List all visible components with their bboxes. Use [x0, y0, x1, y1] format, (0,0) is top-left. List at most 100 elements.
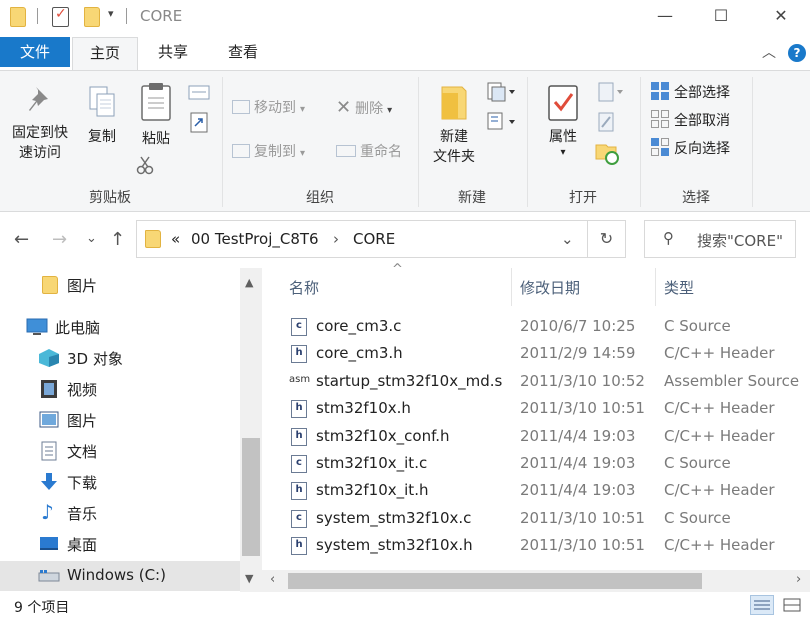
- select-all-button[interactable]: 全部选择: [650, 81, 730, 102]
- copy-to-label: 复制到: [254, 144, 296, 160]
- breadcrumb-separator[interactable]: ›: [333, 230, 339, 248]
- nav-item-label: 音乐: [67, 505, 98, 523]
- details-view-button[interactable]: [750, 595, 774, 615]
- scroll-left-icon[interactable]: ‹: [270, 572, 275, 587]
- minimize-button[interactable]: —: [642, 0, 688, 32]
- collapse-ribbon-icon[interactable]: ︿: [762, 42, 776, 62]
- copy-button[interactable]: 复制: [84, 85, 120, 147]
- breadcrumb-item-project[interactable]: 00 TestProj_C8T6: [191, 230, 319, 248]
- copy-to-icon: [232, 144, 250, 158]
- scroll-right-icon[interactable]: ›: [796, 572, 801, 587]
- open-icon[interactable]: [596, 81, 626, 103]
- rename-button[interactable]: 重命名: [336, 141, 402, 161]
- breadcrumb-overflow[interactable]: «: [171, 230, 180, 248]
- file-row[interactable]: c stm32f10x_it.c 2011/4/4 19:03 C Source: [285, 450, 810, 477]
- up-button[interactable]: ↑: [110, 229, 125, 250]
- file-type: C Source: [664, 508, 731, 527]
- history-icon[interactable]: [594, 139, 620, 165]
- file-row[interactable]: c core_cm3.c 2010/6/7 10:25 C Source: [285, 313, 810, 340]
- select-none-icon: [651, 110, 669, 128]
- file-row[interactable]: asm startup_stm32f10x_md.s 2011/3/10 10:52…: [285, 368, 810, 395]
- new-item-icon[interactable]: [486, 81, 516, 103]
- nav-item-music[interactable]: ♪ 音乐: [0, 498, 240, 528]
- file-date: 2010/6/7 10:25: [520, 317, 636, 335]
- paste-shortcut-icon[interactable]: [190, 111, 208, 133]
- tab-view[interactable]: 查看: [212, 37, 274, 70]
- move-to-icon: [232, 100, 250, 114]
- nav-item-pictures-quick[interactable]: 图片: [0, 270, 240, 300]
- horizontal-scrollbar[interactable]: ‹ ›: [262, 570, 810, 592]
- file-row[interactable]: h system_stm32f10x.h 2011/3/10 10:51 C/C++ …: [285, 532, 810, 559]
- search-box[interactable]: ⚲ 搜索"CORE": [644, 220, 796, 258]
- nav-item-pictures[interactable]: 图片: [0, 405, 240, 435]
- nav-item-this-pc[interactable]: 此电脑: [0, 312, 240, 342]
- select-none-button[interactable]: 全部取消: [650, 109, 730, 130]
- scrollbar-thumb[interactable]: [288, 573, 702, 589]
- address-bar[interactable]: « 00 TestProj_C8T6 › CORE ⌄: [136, 220, 588, 258]
- file-date: 2011/2/9 14:59: [520, 344, 636, 363]
- file-row[interactable]: h core_cm3.h 2011/2/9 14:59 C/C++ Header: [285, 340, 810, 367]
- column-separator[interactable]: [655, 268, 656, 306]
- close-button[interactable]: ✕: [758, 0, 804, 32]
- forward-button[interactable]: →: [52, 229, 67, 250]
- help-icon[interactable]: ?: [788, 44, 806, 62]
- nav-item-label: 下载: [67, 474, 98, 492]
- c-source-file-icon: c: [291, 509, 307, 528]
- tab-file[interactable]: 文件: [0, 37, 70, 67]
- file-row[interactable]: h stm32f10x_it.h 2011/4/4 19:03 C/C++ Heade…: [285, 477, 810, 504]
- nav-item-videos[interactable]: 视频: [0, 374, 240, 404]
- paste-button[interactable]: 粘贴: [136, 81, 176, 149]
- large-icons-view-button[interactable]: [780, 595, 804, 615]
- easy-access-icon[interactable]: [486, 111, 516, 133]
- invert-selection-button[interactable]: 反向选择: [650, 137, 730, 158]
- file-row[interactable]: h stm32f10x.h 2011/3/10 10:51 C/C++ Header: [285, 395, 810, 422]
- navigation-scrollbar[interactable]: ▲ ▼: [240, 268, 262, 593]
- properties-quick-icon[interactable]: [52, 6, 69, 27]
- cut-icon[interactable]: [136, 155, 154, 175]
- tab-share[interactable]: 共享: [142, 37, 204, 70]
- scroll-down-icon[interactable]: ▼: [245, 572, 253, 585]
- file-row[interactable]: c system_stm32f10x.c 2011/3/10 10:51 C Sour…: [285, 505, 810, 532]
- rename-icon: [336, 145, 356, 157]
- address-dropdown-icon[interactable]: ⌄: [561, 230, 574, 248]
- pin-label-2: 速访问: [19, 145, 61, 161]
- file-row[interactable]: h stm32f10x_conf.h 2011/4/4 19:03 C/C++ Hea…: [285, 423, 810, 450]
- copy-label: 复制: [88, 129, 116, 145]
- refresh-button[interactable]: ↻: [588, 220, 626, 258]
- column-separator[interactable]: [511, 268, 512, 306]
- edit-icon[interactable]: [596, 111, 616, 133]
- delete-button[interactable]: ✕ 删除 ▾: [336, 97, 392, 118]
- breadcrumb-item-core[interactable]: CORE: [353, 230, 395, 248]
- nav-item-downloads[interactable]: 下载: [0, 467, 240, 497]
- properties-button[interactable]: 属性 ▾: [540, 83, 586, 158]
- title-separator: [126, 8, 127, 24]
- paste-label: 粘贴: [142, 131, 170, 147]
- nav-item-label: 图片: [67, 412, 98, 430]
- pin-quick-access-button[interactable]: 固定到快 速访问: [6, 85, 74, 163]
- title-bar: ▾ CORE — ☐ ✕: [0, 0, 810, 34]
- copy-to-button[interactable]: 复制到 ▾: [232, 141, 305, 161]
- customize-quick-access-icon[interactable]: ▾: [108, 7, 114, 27]
- maximize-button[interactable]: ☐: [698, 0, 744, 32]
- nav-item-desktop[interactable]: 桌面: [0, 529, 240, 559]
- nav-item-documents[interactable]: 文档: [0, 436, 240, 466]
- nav-item-3d-objects[interactable]: 3D 对象: [0, 343, 240, 373]
- back-button[interactable]: ←: [14, 229, 29, 250]
- file-date: 2011/3/10 10:51: [520, 536, 645, 555]
- tab-home[interactable]: 主页: [72, 37, 138, 70]
- scrollbar-thumb[interactable]: [242, 438, 260, 556]
- column-header-date[interactable]: 修改日期: [520, 277, 580, 315]
- file-name: stm32f10x_it.c: [316, 454, 428, 472]
- column-header-name[interactable]: 名称: [289, 277, 319, 315]
- file-date: 2011/3/10 10:52: [520, 371, 645, 390]
- scroll-up-icon[interactable]: ▲: [245, 276, 253, 289]
- nav-item-drive-c[interactable]: Windows (C:): [0, 561, 240, 591]
- new-folder-button[interactable]: 新建 文件夹: [428, 83, 480, 167]
- recent-locations-button[interactable]: ⌄: [86, 231, 97, 246]
- copy-path-icon[interactable]: [188, 85, 210, 101]
- new-group-label: 新建: [458, 190, 486, 206]
- select-none-label: 全部取消: [674, 113, 730, 129]
- new-folder-quick-icon[interactable]: [84, 7, 100, 27]
- column-header-type[interactable]: 类型: [664, 277, 694, 315]
- move-to-button[interactable]: 移动到 ▾: [232, 97, 305, 117]
